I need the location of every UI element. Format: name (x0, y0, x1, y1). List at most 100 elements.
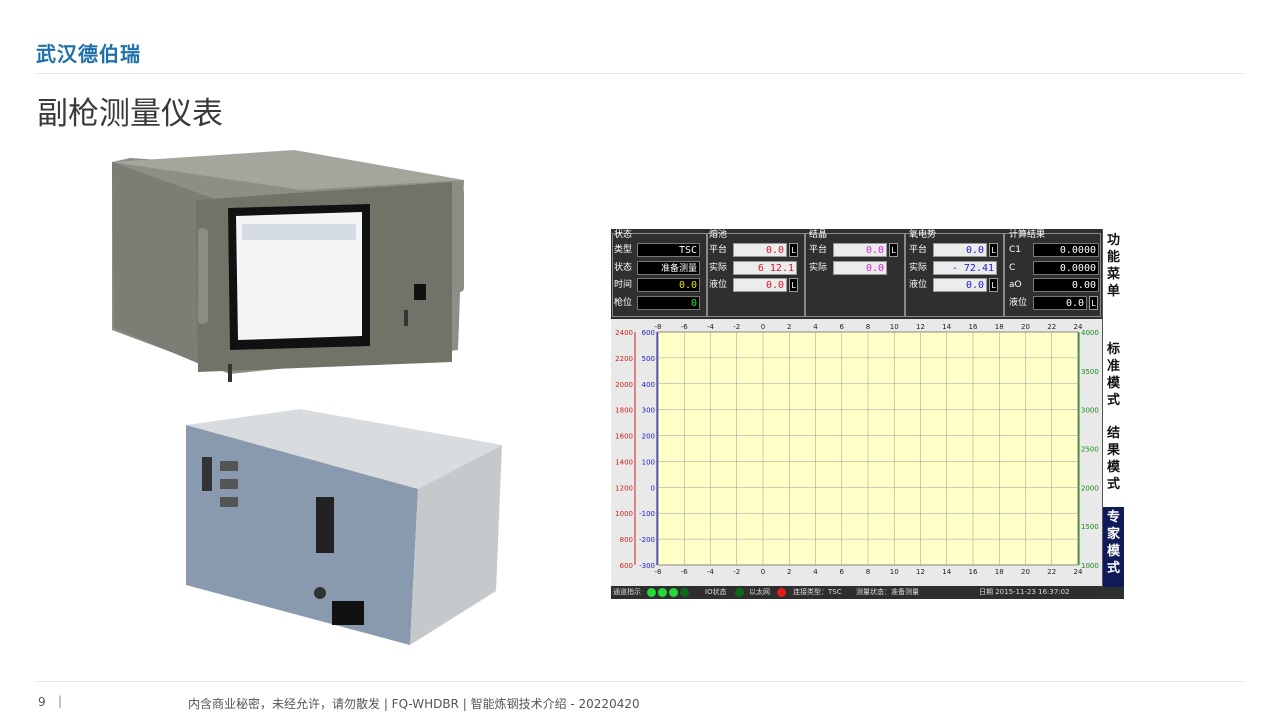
left-inner-tick-label: 300 (642, 407, 655, 415)
crystal-platform-value: 0.0 (833, 243, 887, 257)
left-outer-tick-label: 1000 (615, 510, 633, 518)
x-tick-label-bottom: -2 (733, 568, 740, 576)
left-outer-tick-label: 2000 (615, 381, 633, 389)
button-char: 家 (1106, 527, 1120, 542)
screen-header-strip (242, 224, 356, 240)
left-inner-tick-label: 100 (642, 458, 655, 466)
x-tick-label-top: 22 (1047, 323, 1056, 331)
calc-level-label: 液位 (1009, 298, 1028, 308)
power-inlet (332, 601, 364, 625)
x-tick-label-top: 18 (995, 323, 1004, 331)
status-bar: 通道指示 IO状态 以太网 连接类型：TSC 测量状态：准备测量 日期 2015… (611, 586, 1102, 599)
connector-round (314, 587, 326, 599)
right-tick-label: 1500 (1081, 523, 1099, 531)
button-char: 果 (1106, 443, 1120, 458)
crystal-actual-value: 0.0 (833, 261, 887, 275)
button-char: 功 (1106, 233, 1120, 248)
left-outer-tick-label: 600 (620, 562, 633, 570)
left-inner-tick-label: -200 (639, 536, 655, 544)
button-char: 菜 (1106, 267, 1120, 282)
oxygen-group-title: 氧电势 (909, 230, 937, 240)
oxygen-platform-label: 平台 (909, 245, 928, 255)
button-char: 式 (1106, 477, 1120, 492)
left-inner-tick-label: 200 (642, 433, 655, 441)
left-inner-tick-label: -100 (639, 510, 655, 518)
x-tick-label-top: 6 (840, 323, 845, 331)
button-char: 专 (1106, 510, 1120, 525)
footer-text: 内含商业秘密，未经允许，请勿散发 | FQ-WHDBR | 智能炼钢技术介绍 -… (188, 697, 640, 711)
bath-level-label: 液位 (709, 280, 728, 290)
serial-port-3 (220, 497, 238, 507)
left-inner-tick-label: 0 (651, 484, 655, 492)
bath-group-title: 熔池 (709, 230, 728, 240)
c1-label: C1 (1009, 245, 1022, 255)
calc-group-title: 计算结果 (1009, 230, 1046, 240)
x-tick-label-top: -6 (681, 323, 689, 331)
button-char: 式 (1106, 561, 1120, 576)
x-tick-label-top: -2 (733, 323, 740, 331)
ethernet-label: 以太网 (749, 588, 770, 596)
measure-status: 测量状态：准备测量 (856, 588, 919, 596)
ao-label: aO (1009, 280, 1022, 290)
channel-indicator-label: 通道指示 (613, 588, 641, 596)
crystal-group-title: 结晶 (809, 230, 828, 240)
x-tick-label-top: 20 (1021, 323, 1030, 331)
page-title: 副枪测量仪表 (37, 96, 223, 132)
instrument-rear-photo (186, 409, 502, 645)
left-outer-tick-label: 2400 (615, 329, 633, 337)
usb-port (202, 457, 212, 491)
crystal-actual-label: 实际 (809, 263, 828, 273)
oxygen-level-label: 液位 (909, 280, 928, 290)
top-divider (36, 73, 1244, 74)
bath-actual-value: 6 12.1 (733, 261, 797, 275)
x-tick-label-bottom: -6 (681, 568, 689, 576)
left-outer-tick-label: 1600 (615, 433, 633, 441)
power-switch (414, 284, 426, 300)
type-label: 类型 (614, 245, 633, 255)
button-char: 模 (1106, 460, 1120, 475)
ethernet-led (777, 588, 786, 597)
result-mode-button[interactable]: 结 果 模 式 (1102, 423, 1124, 507)
oxygen-actual-label: 实际 (909, 263, 928, 273)
x-tick-label-top: 0 (761, 323, 765, 331)
right-tick-label: 2500 (1081, 446, 1099, 454)
time-label: 时间 (614, 280, 633, 290)
oxygen-platform-unit: L (989, 243, 998, 257)
bath-platform-label: 平台 (709, 245, 728, 255)
x-tick-label-top: 2 (787, 323, 791, 331)
c1-value: 0.0000 (1033, 243, 1099, 257)
x-tick-label-bottom: 12 (916, 568, 925, 576)
standard-mode-button[interactable]: 标 准 模 式 (1102, 339, 1124, 423)
io-status-label: IO状态 (705, 588, 727, 596)
right-tick-label: 3500 (1081, 368, 1099, 376)
function-menu-button[interactable]: 功 能 菜 单 (1102, 229, 1124, 339)
page-separator: | (58, 694, 63, 708)
left-inner-tick-label: 500 (642, 355, 655, 363)
button-char: 式 (1106, 393, 1120, 408)
connection-type: 连接类型：TSC (793, 588, 842, 596)
ao-value: 0.00 (1033, 278, 1099, 292)
x-tick-label-bottom: 2 (787, 568, 791, 576)
button-char: 标 (1106, 342, 1120, 357)
x-tick-label-top: -8 (655, 323, 662, 331)
channel-led-4 (680, 588, 689, 597)
button-char: 准 (1106, 359, 1120, 374)
terminal-block (316, 497, 334, 553)
oxygen-level-unit: L (989, 278, 998, 292)
io-status-led (735, 588, 744, 597)
state-label: 状态 (614, 263, 633, 273)
handle-left (198, 228, 208, 324)
x-tick-label-top: -4 (707, 323, 715, 331)
left-inner-tick-label: 600 (642, 329, 655, 337)
button-char: 结 (1106, 426, 1120, 441)
right-tick-label: 3000 (1081, 407, 1099, 415)
time-value: 0.0 (637, 278, 700, 292)
x-tick-label-bottom: 6 (840, 568, 845, 576)
x-tick-label-bottom: 4 (813, 568, 818, 576)
gun-position-label: 枪位 (614, 298, 633, 308)
left-outer-tick-label: 1400 (615, 458, 633, 466)
expert-mode-button[interactable]: 专 家 模 式 (1102, 507, 1124, 587)
button-char: 模 (1106, 376, 1120, 391)
crystal-platform-label: 平台 (809, 245, 828, 255)
foot-right (404, 310, 408, 326)
